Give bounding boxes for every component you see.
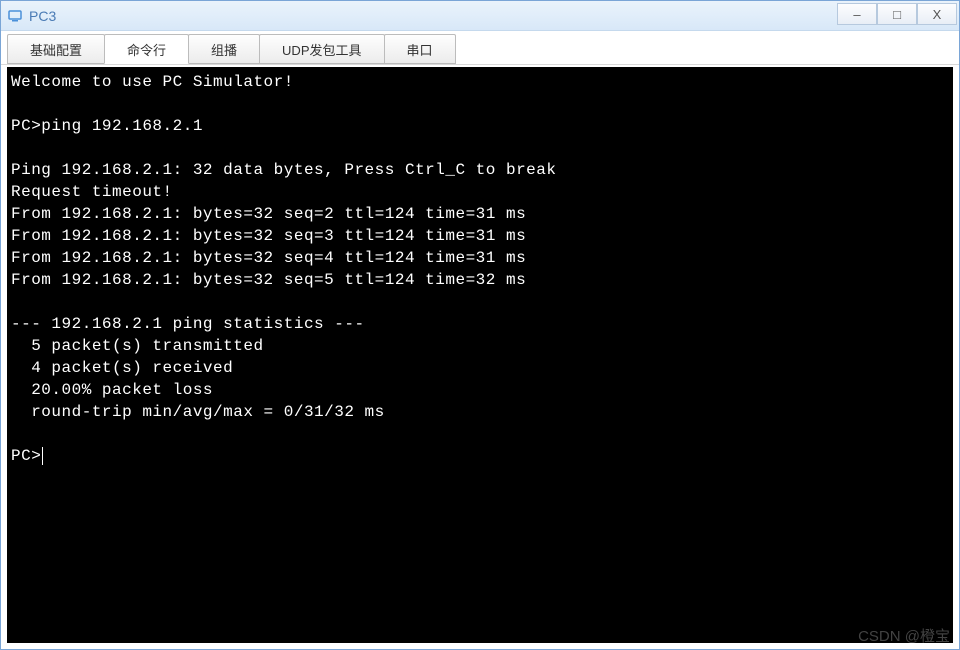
window-title: PC3 (29, 8, 953, 24)
tab-bar: 基础配置 命令行 组播 UDP发包工具 串口 (1, 31, 959, 65)
app-window: PC3 – □ X 基础配置 命令行 组播 UDP发包工具 串口 Welcome… (0, 0, 960, 650)
tab-command-line[interactable]: 命令行 (104, 34, 189, 64)
tab-multicast[interactable]: 组播 (188, 34, 260, 64)
window-controls: – □ X (837, 3, 957, 25)
terminal[interactable]: Welcome to use PC Simulator! PC>ping 192… (7, 67, 953, 643)
titlebar[interactable]: PC3 – □ X (1, 1, 959, 31)
close-button[interactable]: X (917, 3, 957, 25)
maximize-button[interactable]: □ (877, 3, 917, 25)
tab-serial[interactable]: 串口 (384, 34, 456, 64)
tab-udp-tool[interactable]: UDP发包工具 (259, 34, 384, 64)
terminal-container: Welcome to use PC Simulator! PC>ping 192… (1, 65, 959, 649)
pc-icon (7, 8, 23, 24)
terminal-cursor (42, 447, 43, 465)
tab-basic-config[interactable]: 基础配置 (7, 34, 105, 64)
minimize-button[interactable]: – (837, 3, 877, 25)
